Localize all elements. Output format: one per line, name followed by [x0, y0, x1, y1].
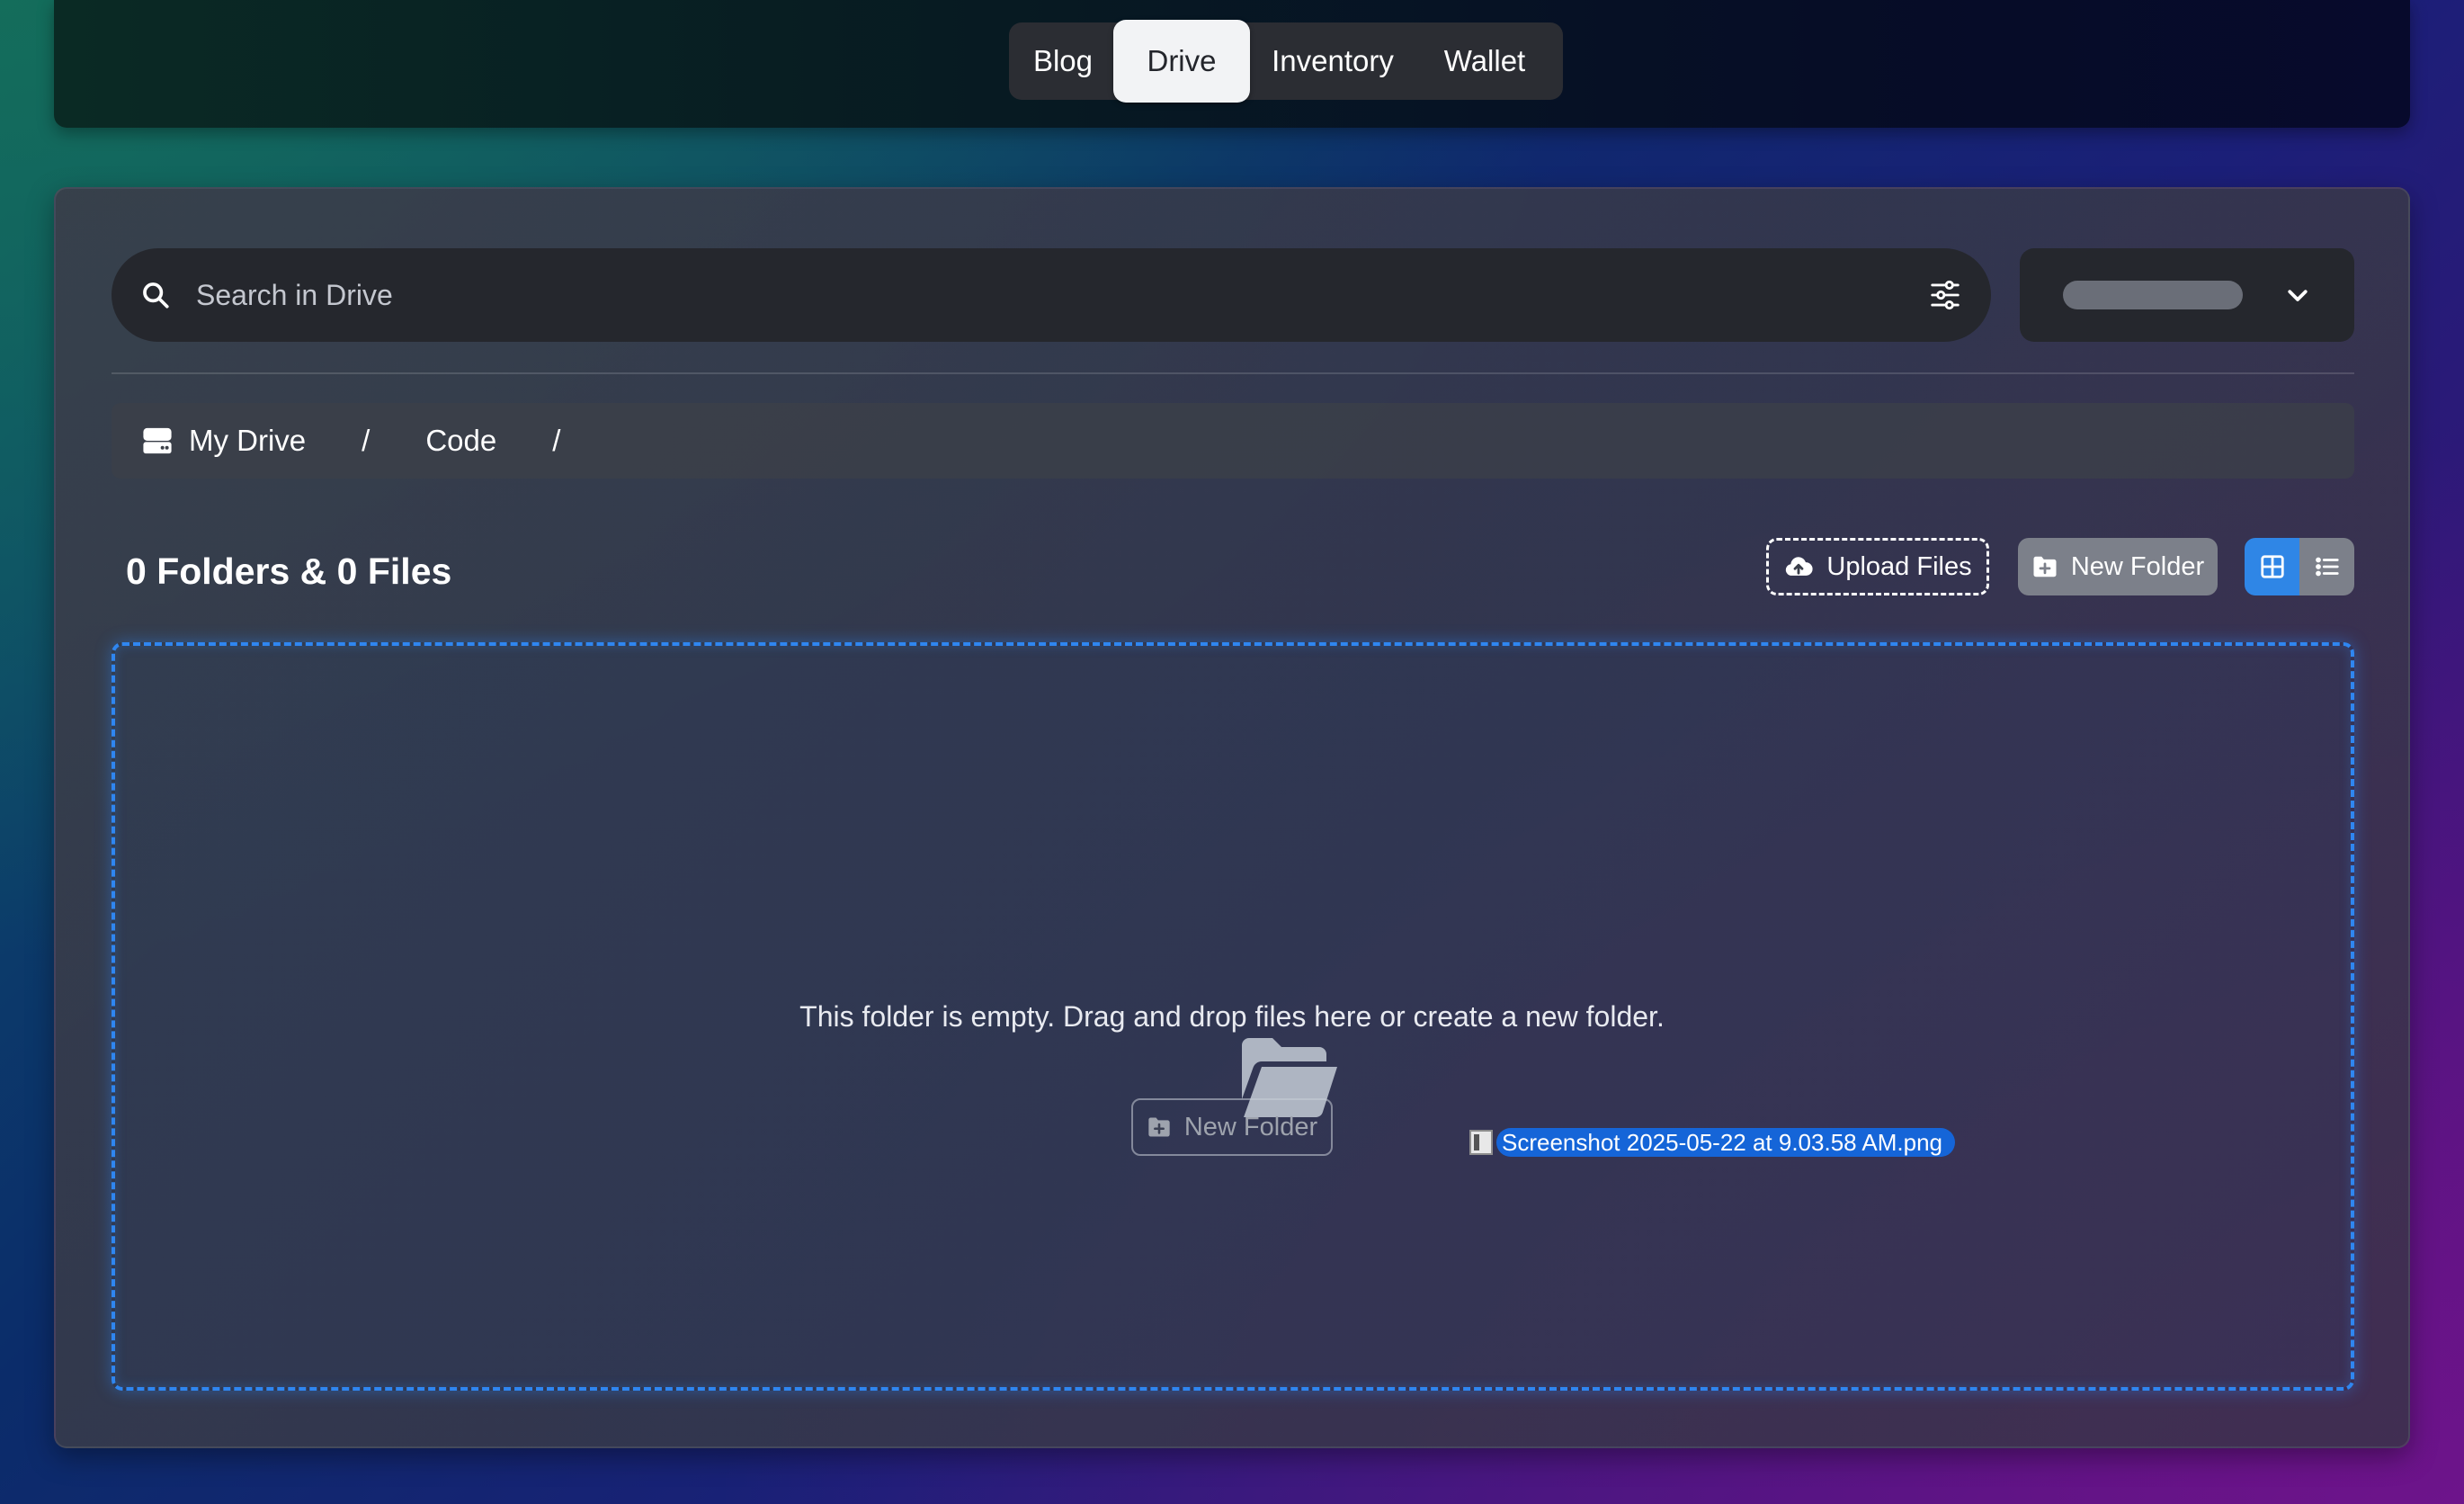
dragged-file-name: Screenshot 2025-05-22 at 9.03.58 AM.png — [1496, 1128, 1956, 1157]
breadcrumb-separator: / — [552, 424, 561, 457]
app-tabs: Blog Drive Inventory Wallet — [1009, 20, 1563, 103]
file-thumbnail-icon — [1469, 1130, 1493, 1155]
breadcrumb-code[interactable]: Code — [425, 424, 496, 458]
grid-icon — [2260, 555, 2284, 578]
tab-wallet[interactable]: Wallet — [1415, 22, 1554, 100]
tab-inventory[interactable]: Inventory — [1250, 22, 1415, 100]
grid-view-button[interactable] — [2245, 538, 2299, 595]
view-mode-toggle — [2245, 538, 2354, 595]
list-icon — [2315, 557, 2339, 577]
list-view-button[interactable] — [2299, 538, 2354, 595]
top-navbar: Blog Drive Inventory Wallet — [54, 0, 2410, 128]
breadcrumb-separator: / — [362, 424, 370, 457]
dragged-file: Screenshot 2025-05-22 at 9.03.58 AM.png — [1469, 1128, 1956, 1157]
folder-plus-icon — [2033, 556, 2057, 577]
sliders-icon[interactable] — [1928, 278, 1962, 312]
divider — [112, 372, 2354, 374]
hard-drive-icon — [143, 427, 172, 454]
upload-files-button[interactable]: Upload Files — [1766, 538, 1989, 595]
drive-panel: My Drive / Code / 0 Folders & 0 Files Up… — [54, 187, 2410, 1448]
search-bar — [112, 248, 1991, 342]
item-count-heading: 0 Folders & 0 Files — [126, 551, 452, 592]
new-folder-label: New Folder — [2070, 551, 2205, 581]
cloud-upload-icon — [1786, 557, 1813, 576]
drive-selector[interactable] — [2020, 248, 2354, 342]
tab-blog[interactable]: Blog — [1013, 22, 1113, 100]
empty-folder-message: This folder is empty. Drag and drop file… — [799, 1000, 1665, 1033]
empty-new-folder-label: New Folder — [1183, 1112, 1318, 1141]
empty-new-folder-button[interactable]: New Folder — [1131, 1098, 1333, 1156]
search-icon — [143, 282, 169, 309]
upload-files-label: Upload Files — [1826, 551, 1972, 581]
search-input[interactable] — [194, 267, 1928, 323]
chevron-down-icon — [2288, 290, 2308, 301]
folder-plus-icon — [1148, 1117, 1170, 1137]
new-folder-button[interactable]: New Folder — [2018, 538, 2218, 595]
breadcrumb-my-drive[interactable]: My Drive — [189, 424, 306, 458]
loading-placeholder — [2063, 281, 2243, 309]
breadcrumb: My Drive / Code / — [112, 403, 2354, 479]
tab-drive[interactable]: Drive — [1113, 20, 1250, 103]
